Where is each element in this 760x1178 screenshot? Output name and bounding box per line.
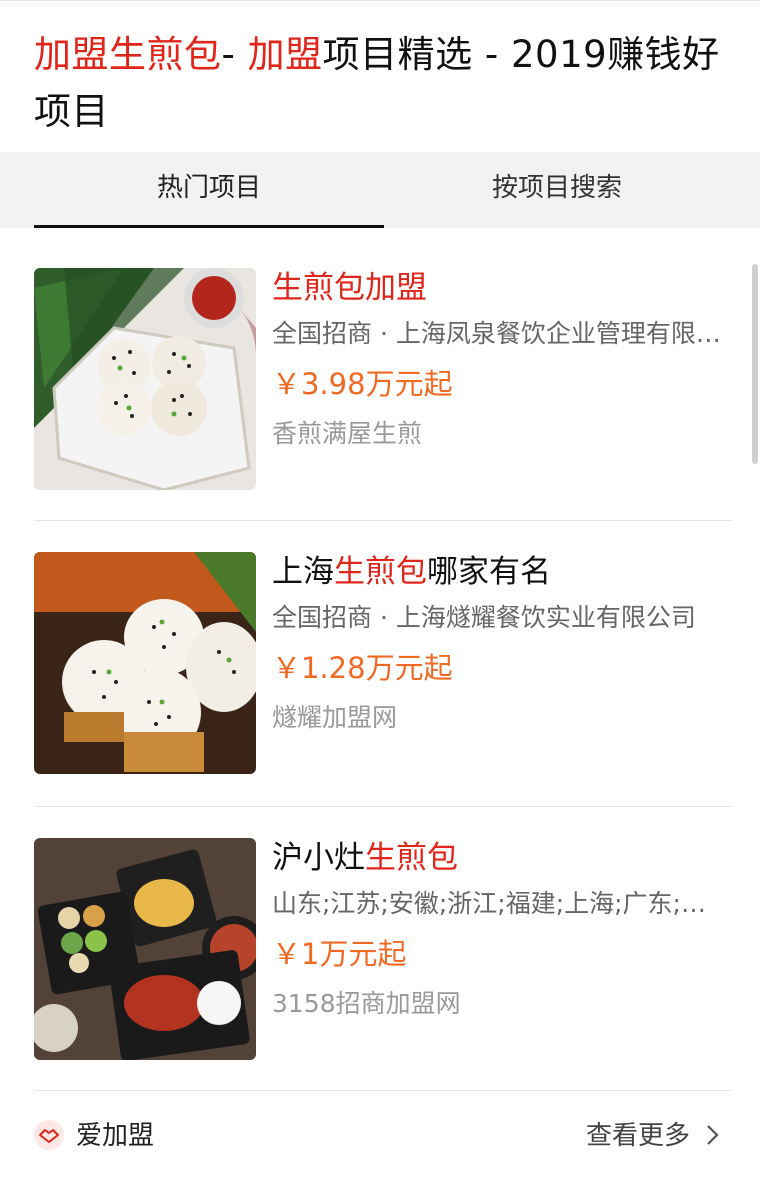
brand-name[interactable]: 爱加盟 <box>76 1116 154 1156</box>
item-name[interactable]: 生煎包加盟 <box>272 268 427 308</box>
item-source: 香煎满屋生煎 <box>272 419 423 448</box>
list-item[interactable]: 沪小灶生煎包 山东;江苏;安徽;浙江;福建;上海;广东;北京 ￥1万元起 315… <box>34 838 732 1060</box>
tab-search-by-project[interactable]: 按项目搜索 <box>384 152 730 228</box>
chevron-right-icon[interactable] <box>700 1123 724 1147</box>
list-item[interactable]: 生煎包加盟 全国招商 · 上海凤泉餐饮企业管理有限公司 ￥3.98万元起 香煎满… <box>34 268 732 490</box>
item-source: 3158招商加盟网 <box>272 989 461 1018</box>
item-description: 山东;江苏;安徽;浙江;福建;上海;广东;北京 <box>272 889 722 918</box>
item-name[interactable]: 沪小灶生煎包 <box>272 838 458 878</box>
page-title[interactable]: 加盟生煎包- 加盟项目精选 - 2019赚钱好项目 <box>34 26 724 140</box>
tab-hot-projects[interactable]: 热门项目 <box>34 152 384 228</box>
divider <box>34 520 732 521</box>
plain-text: 沪小灶 <box>272 840 365 876</box>
item-description: 全国招商 · 上海燧耀餐饮实业有限公司 <box>272 603 696 632</box>
footer-bar: 爱加盟 查看更多 <box>34 1110 732 1162</box>
highlight-text: 加盟 <box>247 33 323 76</box>
divider <box>34 1090 732 1091</box>
item-price: ￥1.28万元起 <box>272 651 453 685</box>
divider <box>34 806 732 807</box>
highlight-text: 生煎包加盟 <box>272 270 427 306</box>
item-price: ￥1万元起 <box>272 937 407 971</box>
highlight-text: 生煎包 <box>334 554 427 590</box>
list-item[interactable]: 上海生煎包哪家有名 全国招商 · 上海燧耀餐饮实业有限公司 ￥1.28万元起 燧… <box>34 552 732 774</box>
plain-text: - <box>221 33 248 76</box>
view-more-link[interactable]: 查看更多 <box>586 1116 690 1156</box>
restaurant-dishes-table-image <box>34 838 256 1060</box>
plain-text: 上海 <box>272 554 334 590</box>
item-description: 全国招商 · 上海凤泉餐饮企业管理有限公司 <box>272 319 722 348</box>
top-border <box>0 0 760 7</box>
item-price: ￥3.98万元起 <box>272 367 453 401</box>
scrollbar[interactable] <box>752 264 758 464</box>
highlight-text: 加盟生煎包 <box>34 33 222 76</box>
plain-text: 哪家有名 <box>427 554 551 590</box>
item-name[interactable]: 上海生煎包哪家有名 <box>272 552 551 592</box>
handshake-icon <box>34 1120 64 1150</box>
tab-bar: 热门项目 按项目搜索 <box>0 152 760 228</box>
pan-fried-buns-plate-image <box>34 268 256 490</box>
item-source: 燧耀加盟网 <box>272 703 398 732</box>
highlight-text: 生煎包 <box>365 840 458 876</box>
pan-fried-buns-closeup-image <box>34 552 256 774</box>
active-tab-indicator <box>34 225 384 228</box>
